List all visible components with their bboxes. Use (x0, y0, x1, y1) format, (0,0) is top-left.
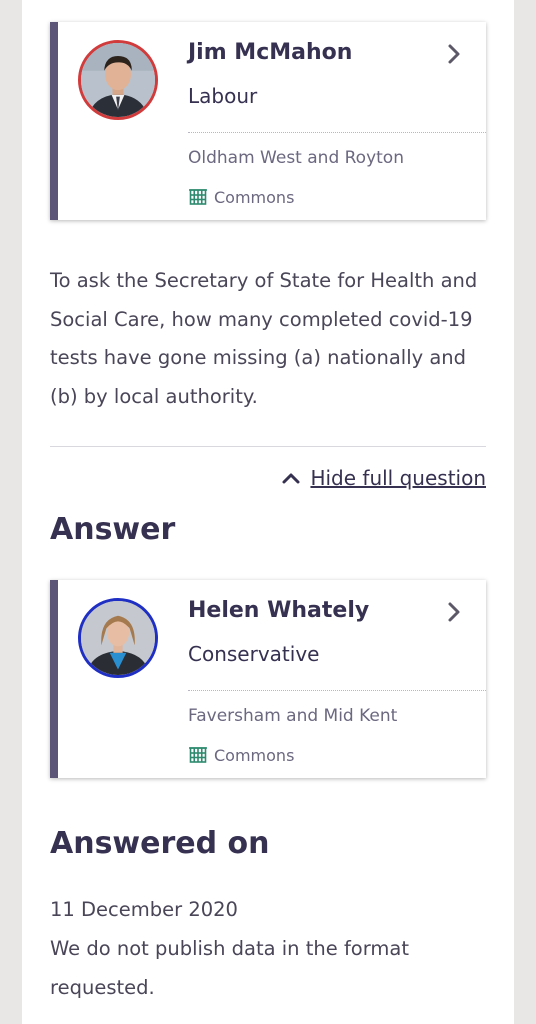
answerer-constituency: Faversham and Mid Kent (188, 706, 398, 726)
answerer-party: Conservative (188, 642, 320, 666)
portcullis-icon (189, 189, 207, 205)
answerer-house-label: Commons (214, 745, 295, 765)
chevron-up-icon (282, 473, 300, 484)
chevron-right-icon[interactable] (442, 600, 466, 624)
hide-full-question-link[interactable]: Hide full question (280, 466, 486, 490)
portcullis-icon (189, 747, 207, 763)
chevron-right-icon[interactable] (442, 42, 466, 66)
answerer-portrait-image (81, 601, 155, 675)
question-divider (50, 446, 486, 447)
answer-date: 11 December 2020 (50, 898, 238, 921)
answered-on-heading: Answered on (50, 826, 270, 861)
answerer-name[interactable]: Helen Whately (188, 598, 369, 623)
hide-full-question-label[interactable]: Hide full question (310, 466, 486, 490)
answerer-house: Commons (188, 744, 294, 766)
card-divider (188, 690, 486, 691)
asker-avatar (78, 40, 158, 120)
answer-heading: Answer (50, 512, 176, 547)
asker-constituency: Oldham West and Royton (188, 148, 404, 168)
answer-text: We do not publish data in the format req… (50, 937, 409, 999)
asker-house: Commons (188, 186, 294, 208)
asker-member-card[interactable]: Jim McMahon Labour Oldham West and Royto… (50, 22, 486, 220)
asker-name[interactable]: Jim McMahon (188, 40, 352, 65)
asker-house-label: Commons (214, 187, 295, 207)
answerer-member-card[interactable]: Helen Whately Conservative Faversham and… (50, 580, 486, 778)
card-divider (188, 132, 486, 133)
page-content: Jim McMahon Labour Oldham West and Royto… (22, 0, 514, 1024)
answerer-avatar (78, 598, 158, 678)
asker-party: Labour (188, 84, 258, 108)
question-text: To ask the Secretary of State for Health… (50, 269, 478, 408)
asker-portrait-image (81, 43, 155, 117)
